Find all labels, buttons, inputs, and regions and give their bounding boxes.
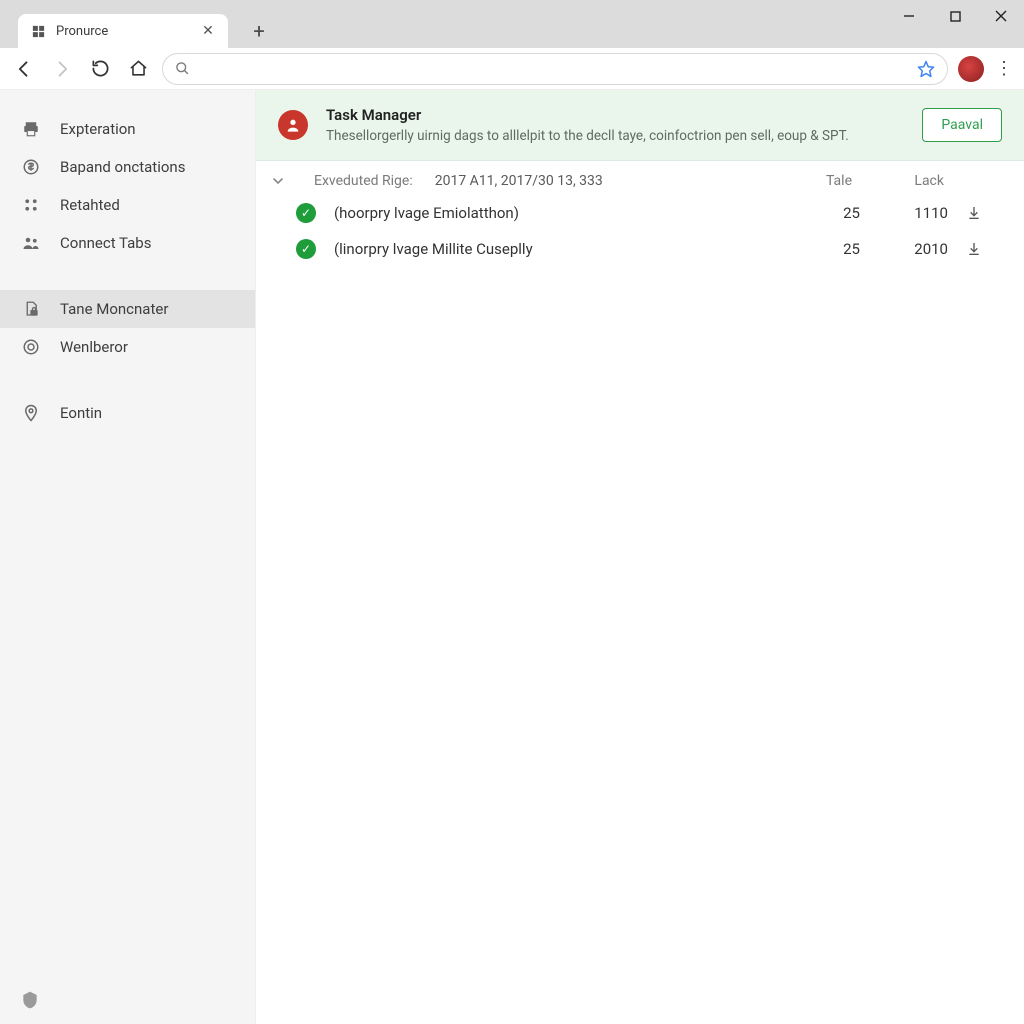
task-row[interactable]: ✓ (hoorpry lvage Emiolatthon) 25 1110: [256, 195, 1024, 231]
nav-reload-button[interactable]: [86, 55, 114, 83]
banner-text: Task Manager Thesellorgerlly uirnig dags…: [326, 106, 904, 144]
status-ok-icon: ✓: [296, 239, 316, 259]
printer-icon: [20, 120, 42, 138]
browser-titlebar: Pronurce ✕ +: [0, 0, 1024, 48]
window-minimize-button[interactable]: [886, 0, 932, 32]
section-range-value: 2017 A11, 2017/30 13, 333: [435, 173, 603, 189]
browser-menu-button[interactable]: ⋮: [994, 58, 1014, 79]
target-icon: [20, 338, 42, 356]
omnibox-input[interactable]: [198, 61, 909, 77]
banner-description: Thesellorgerlly uirnig dags to alllelpit…: [326, 128, 904, 144]
window-controls: [886, 0, 1024, 32]
sidebar-item-bapand-onctations[interactable]: Bapand onctations: [0, 148, 255, 186]
sidebar-item-label: Expteration: [60, 120, 136, 138]
omnibox[interactable]: [162, 53, 948, 85]
sidebar-bottom-icon[interactable]: [20, 990, 40, 1010]
search-icon: [175, 61, 190, 76]
sidebar-item-retahted[interactable]: Retahted: [0, 186, 255, 224]
tab-close-icon[interactable]: ✕: [200, 23, 216, 39]
new-tab-button[interactable]: +: [242, 14, 276, 48]
bookmark-star-icon[interactable]: [917, 60, 935, 78]
sidebar-item-tane-moncnater[interactable]: Tane Moncnater: [0, 290, 255, 328]
task-lack-value: 1110: [878, 204, 948, 222]
browser-tab[interactable]: Pronurce ✕: [18, 14, 228, 48]
sidebar-item-label: Tane Moncnater: [60, 300, 168, 318]
grid-icon: [20, 196, 42, 214]
tab-title: Pronurce: [56, 24, 200, 39]
sidebar-group-1: Expteration Bapand onctations Retahted Conn…: [0, 110, 255, 262]
download-icon[interactable]: [966, 241, 1002, 257]
browser-toolbar: ⋮: [0, 48, 1024, 90]
sidebar-item-label: Connect Tabs: [60, 234, 151, 252]
nav-forward-button[interactable]: [48, 55, 76, 83]
sidebar: Expteration Bapand onctations Retahted Conn…: [0, 90, 256, 1024]
task-lack-value: 2010: [878, 240, 948, 258]
section-range-label: Exveduted Rige:: [314, 173, 413, 189]
sidebar-group-2: Tane Moncnater Wenlberor: [0, 290, 255, 366]
tab-favicon-icon: [30, 23, 46, 39]
sidebar-item-wenlberor[interactable]: Wenlberor: [0, 328, 255, 366]
info-banner: Task Manager Thesellorgerlly uirnig dags…: [256, 90, 1024, 161]
banner-action-button[interactable]: Paaval: [922, 108, 1002, 142]
window-close-button[interactable]: [978, 0, 1024, 32]
download-icon[interactable]: [966, 205, 1002, 221]
task-rows: ✓ (hoorpry lvage Emiolatthon) 25 1110 ✓ (lino…: [256, 195, 1024, 267]
banner-alert-icon: [278, 110, 308, 140]
sidebar-item-label: Wenlberor: [60, 338, 128, 356]
tab-strip: Pronurce ✕ +: [0, 0, 276, 48]
task-tale-value: 25: [800, 204, 860, 222]
task-tale-value: 25: [800, 240, 860, 258]
people-icon: [20, 234, 42, 252]
banner-title: Task Manager: [326, 106, 904, 124]
task-name: (hoorpry lvage Emiolatthon): [334, 204, 782, 222]
nav-back-button[interactable]: [10, 55, 38, 83]
doc-lock-icon: [20, 300, 42, 318]
sidebar-item-connect-tabs[interactable]: Connect Tabs: [0, 224, 255, 262]
dollar-icon: [20, 158, 42, 176]
task-name: (linorpry lvage Millite Cuseplly: [334, 240, 782, 258]
column-header-lack: Lack: [874, 173, 944, 189]
section-header: Exveduted Rige: 2017 A11, 2017/30 13, 33…: [256, 161, 1024, 195]
status-ok-icon: ✓: [296, 203, 316, 223]
sidebar-item-label: Eontin: [60, 404, 102, 422]
nav-home-button[interactable]: [124, 55, 152, 83]
sidebar-item-expteration[interactable]: Expteration: [0, 110, 255, 148]
section-collapse-icon[interactable]: [270, 173, 292, 189]
pin-icon: [20, 404, 42, 422]
main-content: Task Manager Thesellorgerlly uirnig dags…: [256, 90, 1024, 1024]
sidebar-item-label: Bapand onctations: [60, 158, 185, 176]
app-body: Expteration Bapand onctations Retahted Conn…: [0, 90, 1024, 1024]
profile-avatar[interactable]: [958, 56, 984, 82]
sidebar-group-3: Eontin: [0, 394, 255, 432]
column-header-tale: Tale: [792, 173, 852, 189]
sidebar-item-eontin[interactable]: Eontin: [0, 394, 255, 432]
window-maximize-button[interactable]: [932, 0, 978, 32]
sidebar-item-label: Retahted: [60, 196, 120, 214]
task-row[interactable]: ✓ (linorpry lvage Millite Cuseplly 25 2010: [256, 231, 1024, 267]
